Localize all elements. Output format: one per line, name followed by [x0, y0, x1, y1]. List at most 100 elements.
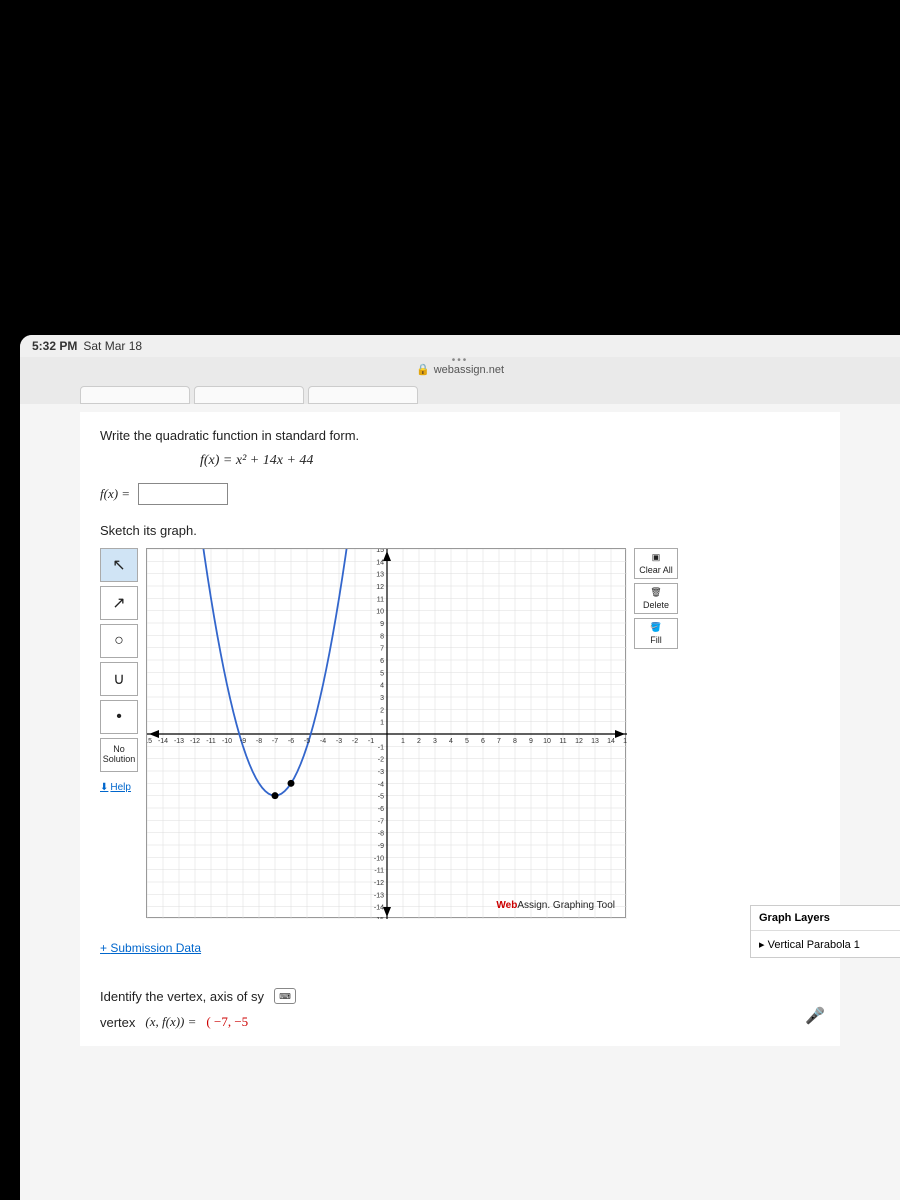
svg-text:6: 6 [380, 658, 384, 665]
point-icon: • [116, 708, 122, 726]
layer-name: Vertical Parabola 1 [768, 939, 860, 951]
parabola-icon: ∪ [113, 669, 125, 689]
svg-text:9: 9 [529, 738, 533, 745]
vertex-answer: ( −7, −5 [206, 1014, 248, 1030]
circle-tool[interactable]: ○ [100, 624, 138, 658]
svg-text:4: 4 [449, 738, 453, 745]
svg-text:5: 5 [380, 670, 384, 677]
submission-data-link[interactable]: + Submission Data [100, 941, 201, 955]
layer-item[interactable]: ▸ Vertical Parabola 1 ✕ [751, 931, 900, 957]
svg-text:-7: -7 [272, 738, 278, 745]
line-tool[interactable]: ↗ [100, 586, 138, 620]
layers-panel: Graph Layers « ▸ Vertical Parabola 1 ✕ [750, 905, 900, 958]
fill-icon: 🪣 [650, 622, 661, 633]
brand-assign: Assign. [517, 900, 550, 911]
svg-text:-9: -9 [240, 738, 246, 745]
svg-text:-9: -9 [378, 843, 384, 850]
svg-text:-11: -11 [206, 738, 216, 745]
fill-button[interactable]: 🪣 Fill [634, 618, 678, 649]
svg-text:-15: -15 [374, 917, 384, 919]
svg-text:3: 3 [380, 695, 384, 702]
svg-text:14: 14 [607, 738, 615, 745]
clear-icon: ▣ [652, 552, 661, 563]
tab-slot[interactable] [80, 386, 190, 404]
brand-web: Web [496, 900, 517, 911]
expand-icon: + [100, 941, 107, 955]
pointer-tool[interactable]: ↖ [100, 548, 138, 582]
pointer-icon: ↖ [112, 555, 125, 575]
svg-text:2: 2 [417, 738, 421, 745]
svg-text:13: 13 [591, 738, 599, 745]
svg-text:-2: -2 [352, 738, 358, 745]
tablet-screen: 5:32 PM Sat Mar 18 ••• 🔒 webassign.net W… [20, 335, 900, 1200]
help-link[interactable]: ⬇ Help [100, 782, 138, 793]
svg-text:8: 8 [380, 633, 384, 640]
delete-label: Delete [643, 600, 669, 610]
vertex-label: vertex [100, 1015, 135, 1030]
svg-text:-14: -14 [158, 738, 168, 745]
svg-text:12: 12 [376, 584, 384, 591]
svg-text:2: 2 [380, 707, 384, 714]
svg-text:3: 3 [433, 738, 437, 745]
tab-slot[interactable] [194, 386, 304, 404]
layers-title: Graph Layers [759, 912, 830, 924]
svg-text:-1: -1 [368, 738, 374, 745]
status-time: 5:32 PM [32, 339, 77, 353]
fx-label: f(x) = [100, 486, 130, 502]
svg-text:5: 5 [465, 738, 469, 745]
browser-toolbar: ••• 🔒 webassign.net [20, 357, 900, 382]
svg-text:-5: -5 [378, 794, 384, 801]
svg-text:14: 14 [376, 559, 384, 566]
brand-tool: Graphing Tool [550, 900, 615, 911]
svg-text:15: 15 [376, 549, 384, 554]
more-icon[interactable]: ••• [452, 355, 469, 366]
line-icon: ↗ [112, 593, 125, 613]
svg-text:-5: -5 [304, 738, 310, 745]
svg-text:-4: -4 [378, 781, 384, 788]
svg-text:15: 15 [623, 738, 627, 745]
status-bar: 5:32 PM Sat Mar 18 [20, 335, 900, 357]
keyboard-icon[interactable]: ⌨ [274, 988, 296, 1004]
help-label: Help [110, 782, 131, 793]
fill-label: Fill [650, 635, 662, 645]
svg-text:9: 9 [380, 621, 384, 628]
svg-text:-14: -14 [374, 905, 384, 912]
lock-icon: 🔒 [416, 363, 430, 376]
clear-all-button[interactable]: ▣ Clear All [634, 548, 678, 579]
point-tool[interactable]: • [100, 700, 138, 734]
svg-text:-8: -8 [378, 831, 384, 838]
svg-text:-15: -15 [147, 738, 152, 745]
delete-button[interactable]: 🗑 Delete [634, 583, 678, 614]
no-solution-tool[interactable]: No Solution [100, 738, 138, 772]
svg-text:-6: -6 [288, 738, 294, 745]
svg-text:-7: -7 [378, 818, 384, 825]
svg-text:11: 11 [559, 738, 566, 745]
svg-text:13: 13 [376, 572, 384, 579]
svg-text:7: 7 [497, 738, 501, 745]
svg-text:8: 8 [513, 738, 517, 745]
circle-icon: ○ [114, 632, 124, 650]
svg-text:-10: -10 [374, 855, 384, 862]
mic-icon[interactable]: 🎤 [805, 1006, 825, 1026]
side-controls: ▣ Clear All 🗑 Delete 🪣 Fill [634, 548, 678, 649]
svg-text:-13: -13 [374, 892, 384, 899]
svg-text:7: 7 [380, 646, 384, 653]
svg-text:10: 10 [376, 609, 384, 616]
parabola-tool[interactable]: ∪ [100, 662, 138, 696]
graphing-tool: ↖ ↗ ○ ∪ • No Solution ⬇ Help [100, 548, 820, 918]
answer-row: f(x) = [100, 483, 820, 505]
svg-text:-2: -2 [378, 757, 384, 764]
svg-text:1: 1 [401, 738, 405, 745]
answer-input[interactable] [138, 483, 228, 505]
svg-text:-3: -3 [378, 769, 384, 776]
svg-text:6: 6 [481, 738, 485, 745]
submission-label: Submission Data [110, 941, 201, 955]
svg-text:-13: -13 [174, 738, 184, 745]
graph-canvas[interactable]: -15-14-13-12-11-10-9-8-7-6-5-4-3-2-11234… [146, 548, 626, 918]
svg-text:-4: -4 [320, 738, 326, 745]
svg-text:-8: -8 [256, 738, 262, 745]
vertex-row: vertex (x, f(x)) = ( −7, −5 [100, 1014, 820, 1030]
status-date: Sat Mar 18 [83, 339, 142, 353]
tab-slot[interactable] [308, 386, 418, 404]
svg-text:-12: -12 [374, 880, 384, 887]
